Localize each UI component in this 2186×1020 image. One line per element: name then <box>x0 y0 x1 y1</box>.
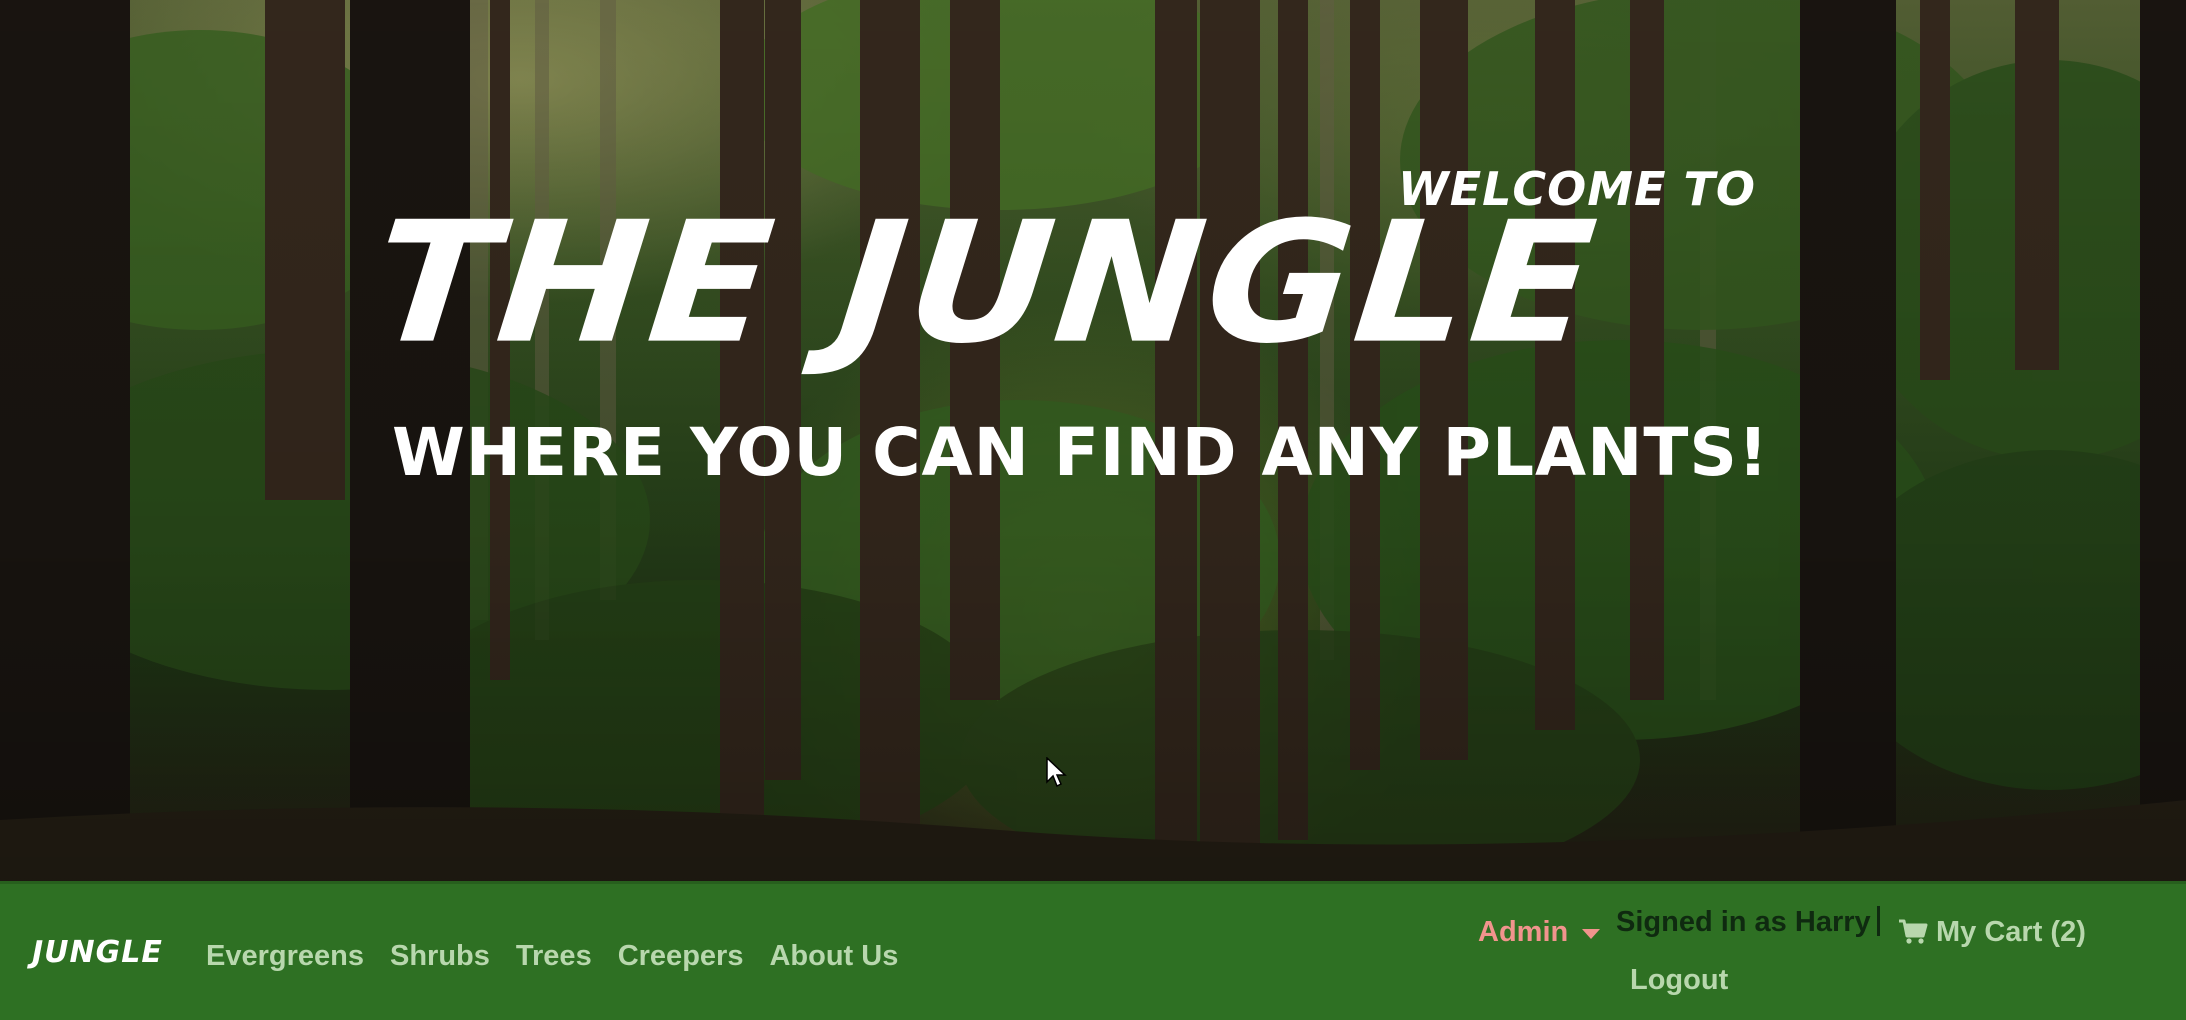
nav-divider <box>1877 906 1880 936</box>
nav-link-evergreens[interactable]: Evergreens <box>206 938 364 974</box>
signed-in-status: Signed in as Harry <box>1616 906 1871 938</box>
nav-links: Evergreens Shrubs Trees Creepers About U… <box>206 938 898 974</box>
nav-link-trees[interactable]: Trees <box>516 938 592 974</box>
logout-link[interactable]: Logout <box>1630 962 1728 998</box>
caret-down-icon <box>1582 929 1601 939</box>
cart-link[interactable]: My Cart (2) <box>1898 914 2086 950</box>
nav-link-about-us[interactable]: About Us <box>769 938 898 974</box>
nav-link-creepers[interactable]: Creepers <box>618 938 744 974</box>
page: WELCOME TO THE JUNGLE WHERE YOU CAN FIND… <box>0 0 2186 1020</box>
admin-label: Admin <box>1478 916 1569 948</box>
mouse-cursor-icon <box>1046 757 1067 788</box>
shopping-cart-icon <box>1899 919 1928 944</box>
cart-label: My Cart (2) <box>1936 916 2086 948</box>
hero-tagline: WHERE YOU CAN FIND ANY PLANTS! <box>392 414 1769 491</box>
nav-link-shrubs[interactable]: Shrubs <box>390 938 490 974</box>
hero-title: THE JUNGLE <box>365 185 1607 381</box>
admin-dropdown-toggle[interactable]: Admin <box>1478 914 1601 950</box>
hero-banner: WELCOME TO THE JUNGLE WHERE YOU CAN FIND… <box>0 0 2186 881</box>
brand-logo-link[interactable]: JUNGLE <box>32 938 163 968</box>
